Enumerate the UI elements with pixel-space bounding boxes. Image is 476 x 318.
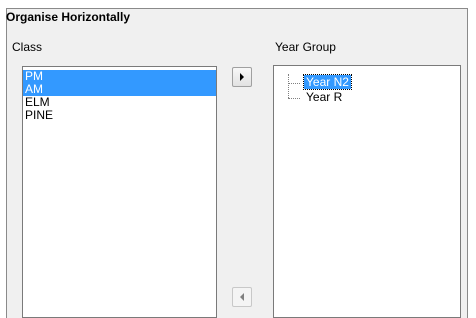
tree-node-label: Year R xyxy=(306,90,343,104)
panel-title: Organise Horizontally xyxy=(6,10,131,24)
triangle-right-icon xyxy=(240,73,244,81)
list-item[interactable]: AM xyxy=(23,83,216,96)
tree-connector xyxy=(288,98,300,99)
triangle-left-icon xyxy=(240,293,244,301)
list-item[interactable]: PINE xyxy=(23,109,216,122)
year-group-label: Year Group xyxy=(275,40,336,54)
move-left-button[interactable] xyxy=(232,287,252,307)
move-right-button[interactable] xyxy=(232,67,252,87)
tree-node-year-n2[interactable]: Year N2 xyxy=(303,74,352,90)
tree-connector xyxy=(288,83,300,84)
tree-node-year-r[interactable]: Year R xyxy=(304,90,344,104)
year-group-tree[interactable]: Year N2 Year R xyxy=(273,65,461,318)
tree-node-label: Year N2 xyxy=(303,74,352,90)
list-item[interactable]: PM xyxy=(23,70,216,83)
class-listbox[interactable]: PM AM ELM PINE xyxy=(22,66,217,318)
tree-connector xyxy=(288,74,289,98)
class-label: Class xyxy=(12,40,43,54)
